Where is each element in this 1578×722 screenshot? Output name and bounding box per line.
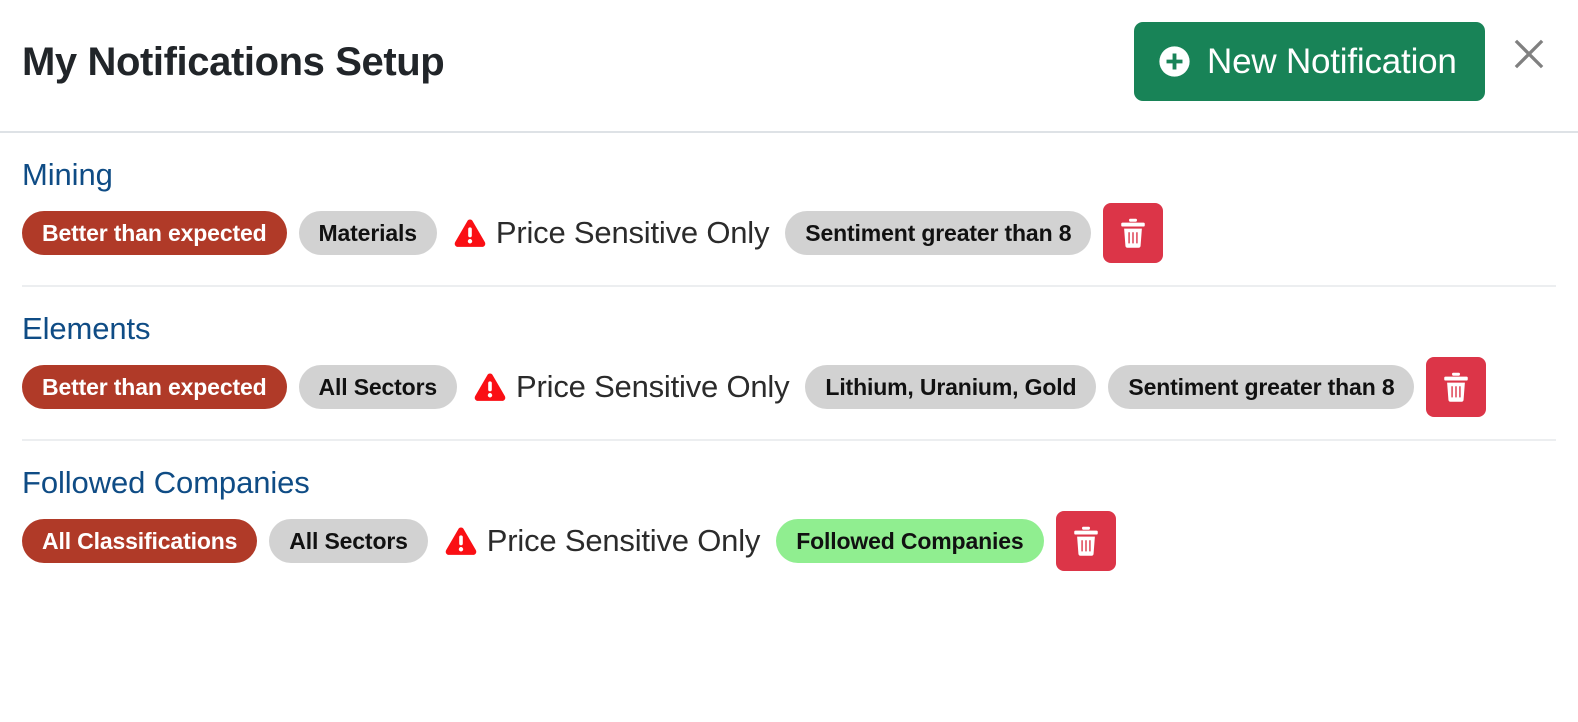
filter-pill[interactable]: Sentiment greater than 8 [1108, 365, 1415, 409]
filter-pill[interactable]: Better than expected [22, 211, 287, 255]
page-title: My Notifications Setup [22, 40, 445, 84]
filter-pill[interactable]: All Sectors [298, 365, 458, 409]
price-sensitive-label: Price Sensitive Only [486, 523, 761, 558]
filter-pill-row: Better than expected All Sectors Price Sen… [22, 357, 1556, 439]
filter-pill[interactable]: All Classifications [22, 519, 258, 563]
price-sensitive-flag: Price Sensitive Only [473, 365, 790, 409]
filter-pill[interactable]: Materials [298, 211, 437, 255]
filter-pill[interactable]: Better than expected [22, 365, 287, 409]
filter-pill[interactable]: All Sectors [269, 519, 428, 563]
filter-pill[interactable]: Lithium, Uranium, Gold [805, 365, 1097, 409]
filter-pill-row: All Classifications All Sectors Price Sens… [22, 511, 1556, 593]
group-title: Elements [22, 311, 151, 346]
trash-icon [1442, 372, 1470, 402]
price-sensitive-label: Price Sensitive Only [516, 369, 790, 404]
trash-icon [1119, 218, 1147, 248]
notification-groups: Mining Better than expected Materials Price… [0, 133, 1578, 593]
notifications-setup-modal: My Notifications Setup New Notification … [0, 0, 1578, 722]
new-notification-button[interactable]: New Notification [1134, 22, 1485, 101]
plus-circle-icon [1158, 45, 1191, 78]
trash-icon [1072, 526, 1100, 556]
notification-group: Mining Better than expected Materials Price… [0, 133, 1578, 285]
notification-group: Elements Better than expected All Sectors P… [0, 287, 1578, 439]
filter-pill[interactable]: Followed Companies [776, 519, 1044, 563]
new-notification-label: New Notification [1207, 41, 1457, 81]
warning-triangle-icon [444, 526, 478, 557]
group-title: Mining [22, 157, 113, 192]
close-icon [1508, 33, 1550, 75]
filter-pill-row: Better than expected Materials Price Sensi… [22, 203, 1556, 285]
close-button[interactable] [1506, 31, 1552, 77]
price-sensitive-flag: Price Sensitive Only [453, 211, 769, 255]
group-title: Followed Companies [22, 465, 310, 500]
modal-header: My Notifications Setup New Notification [0, 0, 1578, 133]
delete-notification-button[interactable] [1055, 511, 1116, 571]
filter-pill[interactable]: Sentiment greater than 8 [785, 211, 1092, 255]
warning-triangle-icon [453, 218, 487, 249]
warning-triangle-icon [473, 372, 507, 403]
price-sensitive-flag: Price Sensitive Only [444, 519, 760, 563]
price-sensitive-label: Price Sensitive Only [495, 215, 770, 250]
notification-group: Followed Companies All Classifications All… [0, 441, 1578, 593]
delete-notification-button[interactable] [1103, 203, 1164, 263]
delete-notification-button[interactable] [1426, 357, 1487, 417]
